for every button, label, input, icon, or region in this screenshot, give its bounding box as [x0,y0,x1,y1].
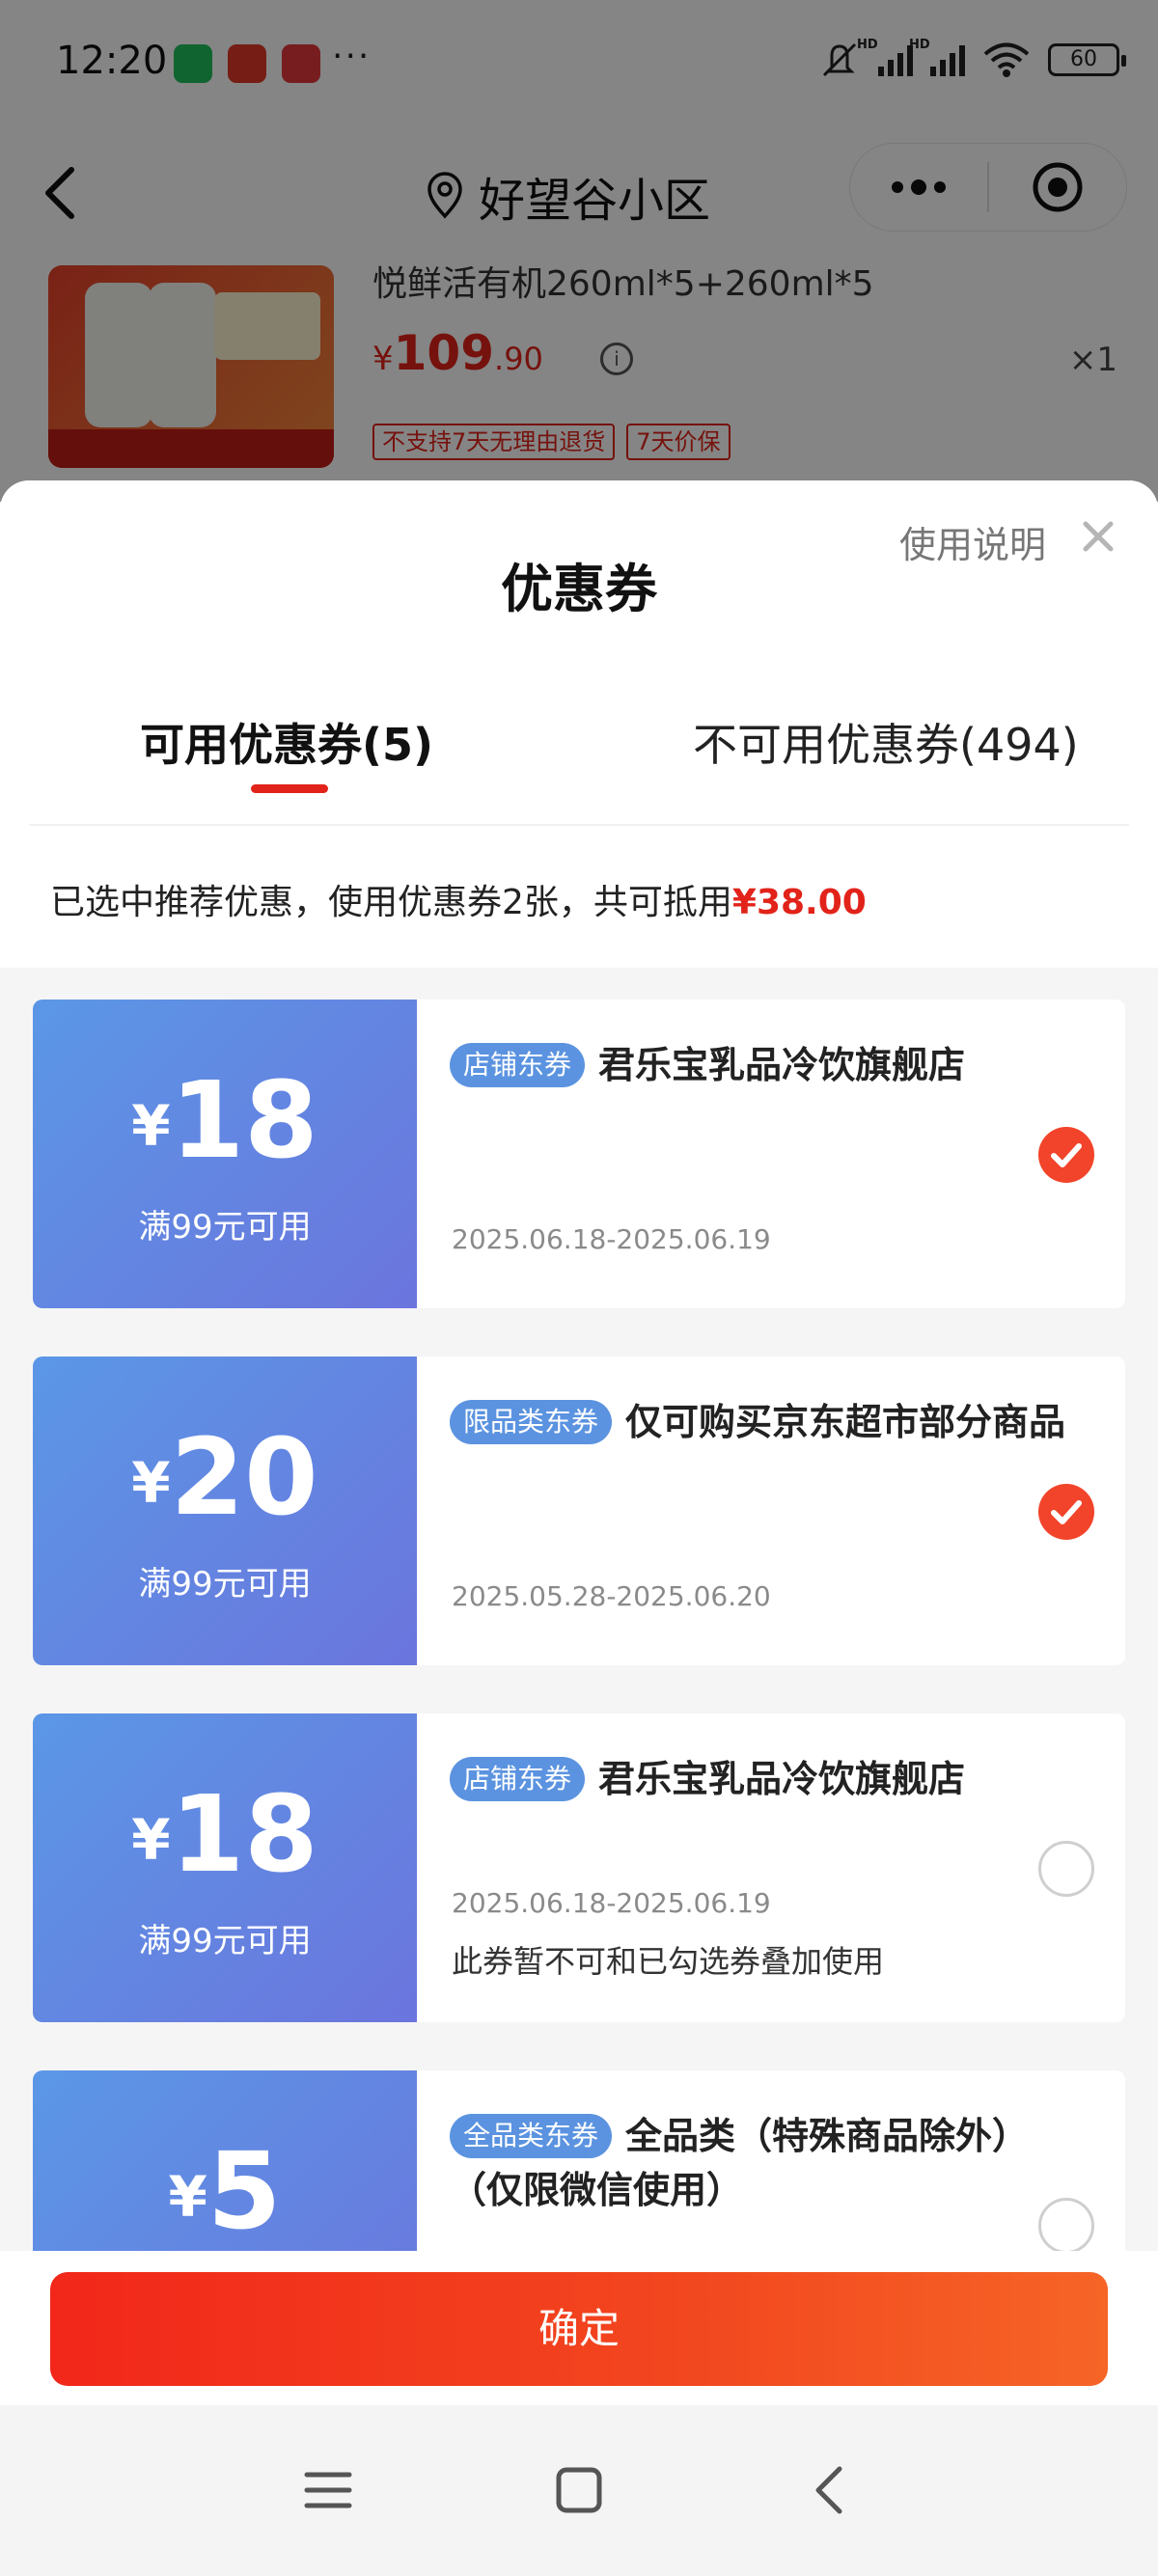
sheet-footer: 确定 [0,2251,1158,2405]
coupon-title: 店铺东券 君乐宝乳品冷饮旗舰店 [450,1038,1067,1092]
coupon-condition: 满99元可用 [138,1922,312,1960]
summary-amount: ¥38.00 [731,883,867,922]
coupon-amount: 20 [170,1415,318,1539]
coupon-type-tag: 限品类东券 [450,1400,613,1444]
coupon-type-tag: 全品类东券 [450,2114,613,2158]
back-triangle-icon[interactable] [801,2461,859,2519]
coupon-type-tag: 店铺东券 [450,1757,586,1801]
coupon-condition: 满99元可用 [138,1208,312,1247]
confirm-button[interactable]: 确定 [50,2272,1108,2386]
coupon-card[interactable]: ¥18 满99元可用 店铺东券 君乐宝乳品冷饮旗舰店 2025.06.18-202… [33,1000,1125,1308]
coupon-amount: 18 [170,1772,318,1896]
coupon-title: 店铺东券 君乐宝乳品冷饮旗舰店 [450,1752,1067,1806]
coupon-card[interactable]: ¥20 满99元可用 限品类东券 仅可购买京东超市部分商品 2025.05.28-… [33,1357,1125,1665]
coupon-condition: 满99元可用 [138,1565,312,1603]
dim-overlay[interactable] [0,0,1158,502]
active-tab-indicator [251,784,328,793]
coupon-checkbox[interactable] [1038,1484,1094,1540]
coupon-type-tag: 店铺东券 [450,1043,586,1087]
coupon-title: 全品类东券 全品类（特殊商品除外）（仅限微信使用） [450,2114,1030,2211]
coupon-validity: 2025.06.18-2025.06.19 [452,1887,771,1919]
coupon-card[interactable]: ¥18 满99元可用 店铺东券 君乐宝乳品冷饮旗舰店 2025.06.18-202… [33,1713,1125,2022]
coupon-checkbox[interactable] [1038,1127,1094,1183]
home-square-icon[interactable] [550,2461,608,2519]
sheet-header: 使用说明 优惠券 可用优惠券(5) 不可用优惠券(494) 已选中推荐优惠，使用… [0,480,1158,968]
system-navigation-bar [0,2405,1158,2576]
coupon-checkbox[interactable] [1038,2198,1094,2254]
divider [29,824,1129,826]
tab-available[interactable]: 可用优惠券(5) [140,710,433,774]
coupon-validity: 2025.06.18-2025.06.19 [452,1223,771,1255]
coupon-value-panel: ¥18 满99元可用 [33,1000,417,1308]
selection-summary: 已选中推荐优惠，使用优惠券2张，共可抵用¥38.00 [50,883,867,922]
checkmark-icon [1051,1143,1082,1167]
coupon-amount: 5 [207,2129,282,2253]
tab-unavailable[interactable]: 不可用优惠券(494) [693,710,1079,774]
checkmark-icon [1051,1500,1082,1524]
coupon-value-panel: ¥18 满99元可用 [33,1713,417,2022]
coupon-stacking-note: 此券暂不可和已勾选券叠加使用 [452,1943,885,1980]
coupon-title: 限品类东券 仅可购买京东超市部分商品 [450,1395,1067,1449]
coupon-checkbox[interactable] [1038,1841,1094,1897]
coupon-amount: 18 [170,1058,318,1182]
coupon-validity: 2025.05.28-2025.06.20 [452,1580,771,1612]
menu-icon[interactable] [299,2461,357,2519]
coupon-value-panel: ¥20 满99元可用 [33,1357,417,1665]
sheet-title: 优惠券 [501,559,657,619]
